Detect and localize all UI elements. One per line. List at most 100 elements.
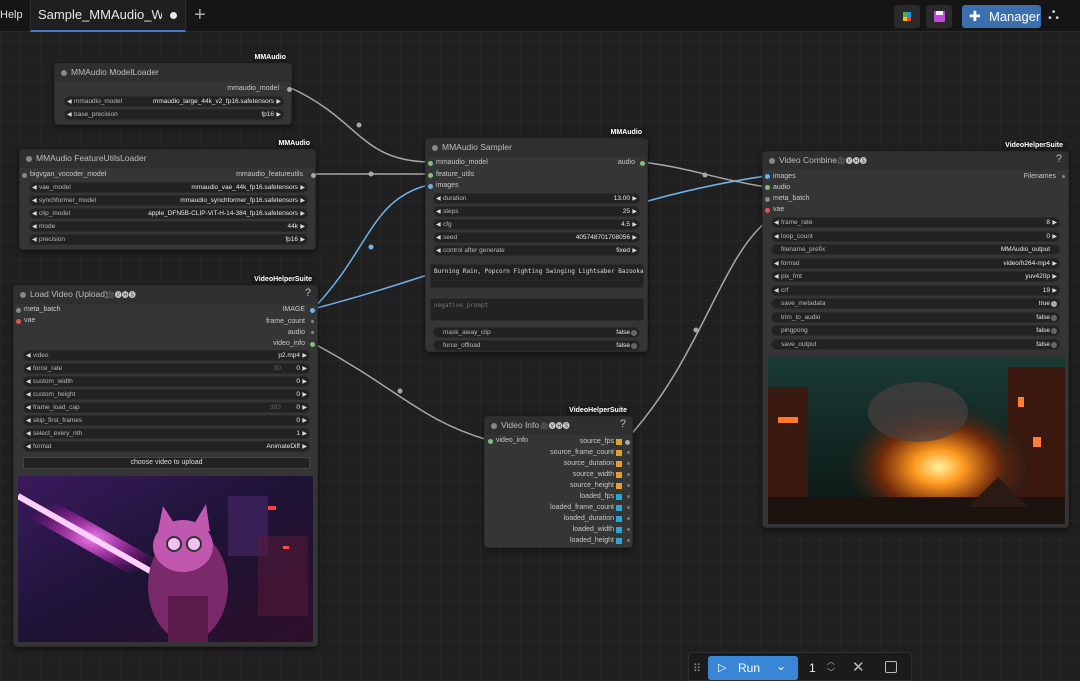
widget-clip-model[interactable]: ◀ clip_model apple_DFN5B-CLIP-ViT-H-14-384…: [29, 208, 308, 219]
decrement-arrow-icon[interactable]: ◀: [32, 184, 37, 191]
node-header[interactable]: MMAudio FeatureUtilsLoader: [20, 150, 315, 168]
widget-custom-height[interactable]: ◀ custom_height 0 ▶: [23, 389, 310, 400]
increment-arrow-icon[interactable]: ▶: [1052, 219, 1057, 226]
collapse-dot-icon[interactable]: [491, 423, 497, 429]
decrement-arrow-icon[interactable]: ◀: [32, 210, 37, 217]
widget-frame-load-cap[interactable]: ◀ frame_load_cap 393 0 ▶: [23, 402, 310, 413]
collapse-dot-icon[interactable]: [26, 156, 32, 162]
output-port[interactable]: [627, 495, 630, 498]
decrement-arrow-icon[interactable]: ◀: [774, 273, 779, 280]
run-button[interactable]: ▷ Run ⌄: [708, 656, 798, 680]
widget-mask-away-clip[interactable]: mask_away_clip false: [433, 327, 640, 338]
help-icon[interactable]: ?: [1056, 153, 1062, 165]
chevron-down-icon[interactable]: ﹀: [827, 667, 835, 678]
widget-save-metadata[interactable]: save_metadata true: [771, 298, 1060, 309]
increment-arrow-icon[interactable]: ▶: [302, 391, 307, 398]
chevron-down-icon[interactable]: ⌄: [776, 659, 786, 673]
decrement-arrow-icon[interactable]: ◀: [436, 195, 441, 202]
widget-frame-rate[interactable]: ◀ frame_rate 8 ▶: [771, 217, 1060, 228]
output-port[interactable]: [1062, 175, 1065, 178]
node-header[interactable]: MMAudio ModelLoader: [55, 64, 291, 82]
widget-trim-to-audio[interactable]: trim_to_audio false: [771, 311, 1060, 323]
increment-arrow-icon[interactable]: ▶: [302, 430, 307, 437]
help-icon[interactable]: ?: [620, 418, 626, 430]
increment-arrow-icon[interactable]: ▶: [302, 378, 307, 385]
increment-arrow-icon[interactable]: ▶: [632, 195, 637, 202]
node-mmaudio-sampler[interactable]: MMAudio MMAudio Sampler mmaudio_model fe…: [425, 128, 648, 352]
cancel-icon[interactable]: ✕: [852, 658, 865, 676]
widget-force-offload[interactable]: force_offload false: [433, 340, 640, 351]
drag-handle-icon[interactable]: ⠿: [693, 662, 701, 675]
widget-seed[interactable]: ◀ seed 405748701708056 ▶: [433, 232, 640, 243]
decrement-arrow-icon[interactable]: ◀: [26, 378, 31, 385]
decrement-arrow-icon[interactable]: ◀: [26, 443, 31, 450]
widget-format[interactable]: ◀ format AnimateDiff ▶: [23, 441, 310, 452]
input-port[interactable]: [428, 184, 433, 189]
node-header[interactable]: Video Combine 🎥🅥🅗🅢 ?: [763, 152, 1068, 170]
input-port[interactable]: [765, 197, 770, 202]
help-icon[interactable]: ?: [305, 287, 311, 299]
increment-arrow-icon[interactable]: ▶: [632, 234, 637, 241]
widget-duration[interactable]: ◀ duration 13.00 ▶: [433, 193, 640, 204]
increment-arrow-icon[interactable]: ▶: [1052, 273, 1057, 280]
toggle-icon[interactable]: [1051, 328, 1057, 334]
increment-arrow-icon[interactable]: ▶: [1052, 287, 1057, 294]
toggle-icon[interactable]: [1051, 341, 1057, 348]
widget-custom-width[interactable]: ◀ custom_width 0 ▶: [23, 376, 310, 387]
decrement-arrow-icon[interactable]: ◀: [67, 98, 72, 105]
collapse-dot-icon[interactable]: [61, 70, 67, 76]
output-port[interactable]: [627, 484, 630, 487]
decrement-arrow-icon[interactable]: ◀: [26, 404, 31, 411]
increment-arrow-icon[interactable]: ▶: [276, 111, 281, 118]
output-port[interactable]: [627, 517, 630, 520]
decrement-arrow-icon[interactable]: ◀: [32, 197, 37, 204]
output-port[interactable]: [311, 331, 314, 334]
increment-arrow-icon[interactable]: ▶: [300, 236, 305, 243]
widget-steps[interactable]: ◀ steps 25 ▶: [433, 206, 640, 217]
output-port[interactable]: [311, 320, 314, 323]
increment-arrow-icon[interactable]: ▶: [302, 443, 307, 450]
widget-video[interactable]: ◀ video p2.mp4 ▶: [23, 350, 310, 361]
input-port[interactable]: [428, 161, 433, 166]
decrement-arrow-icon[interactable]: ◀: [26, 352, 31, 359]
decrement-arrow-icon[interactable]: ◀: [774, 219, 779, 226]
increment-arrow-icon[interactable]: ▶: [632, 208, 637, 215]
collapse-dot-icon[interactable]: [432, 145, 438, 151]
input-port[interactable]: [765, 185, 770, 190]
decrement-arrow-icon[interactable]: ◀: [436, 247, 441, 254]
decrement-arrow-icon[interactable]: ◀: [436, 221, 441, 228]
toggle-icon[interactable]: [631, 330, 637, 336]
node-video-info[interactable]: VideoHelperSuite Video Info 🎥🅥🅗🅢 ? video…: [484, 406, 633, 548]
output-port[interactable]: [627, 506, 630, 509]
widget-format[interactable]: ◀ format video/h264-mp4 ▶: [771, 257, 1060, 269]
output-port[interactable]: [287, 87, 292, 92]
decrement-arrow-icon[interactable]: ◀: [32, 223, 37, 230]
increment-arrow-icon[interactable]: ▶: [632, 221, 637, 228]
widget-loop-count[interactable]: ◀ loop_count 0 ▶: [771, 230, 1060, 242]
widget-base-precision[interactable]: ◀ base_precision fp16 ▶: [64, 109, 284, 120]
increment-arrow-icon[interactable]: ▶: [632, 247, 637, 254]
widget-filename-prefix[interactable]: filename_prefix MMAudio_output: [771, 244, 1060, 255]
output-port[interactable]: [627, 451, 630, 454]
output-port[interactable]: [310, 308, 315, 313]
node-header[interactable]: Load Video (Upload) 🎥🅥🅗🅢 ?: [14, 286, 317, 304]
node-header[interactable]: MMAudio Sampler: [426, 139, 647, 157]
increment-arrow-icon[interactable]: ▶: [300, 223, 305, 230]
widget-crf[interactable]: ◀ crf 19 ▶: [771, 284, 1060, 296]
widget-synchformer-model[interactable]: ◀ synchformer_model mmaudio_synchformer_fp…: [29, 195, 308, 206]
decrement-arrow-icon[interactable]: ◀: [26, 391, 31, 398]
widget-cfg[interactable]: ◀ cfg 4.5 ▶: [433, 219, 640, 230]
widget-control-after-generate[interactable]: ◀ control after generate fixed ▶: [433, 245, 640, 256]
node-mmaudio-featureutilsloader[interactable]: MMAudio MMAudio FeatureUtilsLoader bigvg…: [19, 139, 316, 250]
node-load-video-upload[interactable]: VideoHelperSuite Load Video (Upload) 🎥🅥🅗…: [13, 275, 318, 647]
decrement-arrow-icon[interactable]: ◀: [774, 287, 779, 294]
output-port[interactable]: [627, 462, 630, 465]
increment-arrow-icon[interactable]: ▶: [276, 98, 281, 105]
increment-arrow-icon[interactable]: ▶: [302, 417, 307, 424]
input-port[interactable]: [16, 308, 21, 313]
input-port[interactable]: [16, 319, 21, 324]
batch-count-input[interactable]: 1: [809, 661, 816, 675]
increment-arrow-icon[interactable]: ▶: [302, 404, 307, 411]
output-port[interactable]: [640, 161, 645, 166]
output-port[interactable]: [310, 342, 315, 347]
